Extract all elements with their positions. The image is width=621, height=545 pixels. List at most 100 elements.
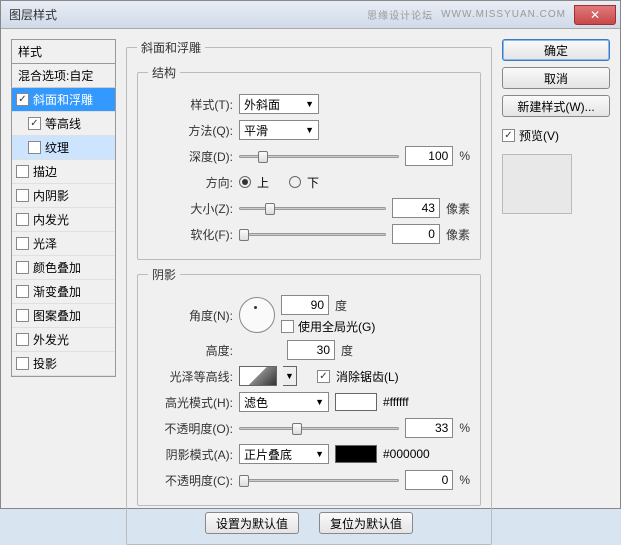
gloss-contour-label: 光泽等高线: xyxy=(148,368,233,385)
ok-button[interactable]: 确定 xyxy=(502,39,610,61)
preview-checkbox[interactable] xyxy=(502,129,515,142)
style-checkbox[interactable] xyxy=(16,93,29,106)
style-item-label: 图案叠加 xyxy=(33,307,81,324)
style-item-label: 渐变叠加 xyxy=(33,283,81,300)
antialias-label: 消除锯齿(L) xyxy=(336,368,399,385)
main-panel: 斜面和浮雕 结构 样式(T): 外斜面▼ 方法(Q): 平滑▼ 深度(D): xyxy=(126,39,492,498)
watermark-url: WWW.MISSYUAN.COM xyxy=(441,9,566,20)
dialog-buttons: 确定 取消 新建样式(W)... 预览(V) xyxy=(502,39,610,498)
make-default-button[interactable]: 设置为默认值 xyxy=(205,512,299,534)
sidebar-item-1[interactable]: 等高线 xyxy=(12,112,115,136)
panel-title: 斜面和浮雕 xyxy=(137,39,205,56)
chevron-down-icon: ▼ xyxy=(305,125,314,135)
global-light-checkbox[interactable] xyxy=(281,320,294,333)
shadow-color-hex: #000000 xyxy=(383,447,430,461)
sidebar-item-6[interactable]: 光泽 xyxy=(12,232,115,256)
structure-group: 结构 样式(T): 外斜面▼ 方法(Q): 平滑▼ 深度(D): % xyxy=(137,64,481,260)
shadow-opacity-input[interactable] xyxy=(405,470,453,490)
sidebar-item-3[interactable]: 描边 xyxy=(12,160,115,184)
sidebar-item-7[interactable]: 颜色叠加 xyxy=(12,256,115,280)
angle-label: 角度(N): xyxy=(148,307,233,324)
style-checkbox[interactable] xyxy=(28,117,41,130)
soften-unit: 像素 xyxy=(446,226,470,243)
shadow-mode-label: 阴影模式(A): xyxy=(148,446,233,463)
sidebar-item-10[interactable]: 外发光 xyxy=(12,328,115,352)
size-label: 大小(Z): xyxy=(148,200,233,217)
chevron-down-icon[interactable]: ▼ xyxy=(283,366,297,386)
direction-up-radio[interactable] xyxy=(239,176,251,188)
dialog-title: 图层样式 xyxy=(9,6,57,23)
chevron-down-icon: ▼ xyxy=(315,449,324,459)
sidebar-item-8[interactable]: 渐变叠加 xyxy=(12,280,115,304)
style-item-label: 斜面和浮雕 xyxy=(33,91,93,108)
new-style-button[interactable]: 新建样式(W)... xyxy=(502,95,610,117)
style-checkbox[interactable] xyxy=(16,357,29,370)
angle-input[interactable] xyxy=(281,295,329,315)
shadow-color-swatch[interactable] xyxy=(335,445,377,463)
sidebar-item-2[interactable]: 纹理 xyxy=(12,136,115,160)
style-checkbox[interactable] xyxy=(16,237,29,250)
style-checkbox[interactable] xyxy=(16,333,29,346)
blend-options[interactable]: 混合选项:自定 xyxy=(11,63,116,88)
altitude-input[interactable] xyxy=(287,340,335,360)
style-checkbox[interactable] xyxy=(16,165,29,178)
style-item-label: 颜色叠加 xyxy=(33,259,81,276)
style-item-label: 等高线 xyxy=(45,115,81,132)
style-item-label: 外发光 xyxy=(33,331,69,348)
style-checkbox[interactable] xyxy=(28,141,41,154)
style-label: 样式(T): xyxy=(148,96,233,113)
chevron-down-icon: ▼ xyxy=(305,99,314,109)
direction-down-radio[interactable] xyxy=(289,176,301,188)
style-checkbox[interactable] xyxy=(16,285,29,298)
shadow-opacity-label: 不透明度(C): xyxy=(148,472,233,489)
size-unit: 像素 xyxy=(446,200,470,217)
cancel-button[interactable]: 取消 xyxy=(502,67,610,89)
depth-slider[interactable] xyxy=(239,147,399,165)
technique-label: 方法(Q): xyxy=(148,122,233,139)
sidebar-item-5[interactable]: 内发光 xyxy=(12,208,115,232)
reset-default-button[interactable]: 复位为默认值 xyxy=(319,512,413,534)
sidebar-item-0[interactable]: 斜面和浮雕 xyxy=(12,88,115,112)
technique-select[interactable]: 平滑▼ xyxy=(239,120,319,140)
titlebar: 图层样式 思缘设计论坛 WWW.MISSYUAN.COM ✕ xyxy=(1,1,620,29)
size-input[interactable] xyxy=(392,198,440,218)
sidebar-item-4[interactable]: 内阴影 xyxy=(12,184,115,208)
depth-unit: % xyxy=(459,149,470,163)
style-checkbox[interactable] xyxy=(16,213,29,226)
style-select[interactable]: 外斜面▼ xyxy=(239,94,319,114)
soften-slider[interactable] xyxy=(239,225,386,243)
style-checkbox[interactable] xyxy=(16,309,29,322)
highlight-mode-select[interactable]: 滤色▼ xyxy=(239,392,329,412)
sidebar-item-11[interactable]: 投影 xyxy=(12,352,115,376)
highlight-opacity-slider[interactable] xyxy=(239,419,399,437)
highlight-color-swatch[interactable] xyxy=(335,393,377,411)
depth-label: 深度(D): xyxy=(148,148,233,165)
soften-input[interactable] xyxy=(392,224,440,244)
direction-label: 方向: xyxy=(148,174,233,191)
style-item-label: 投影 xyxy=(33,355,57,372)
style-list: 斜面和浮雕等高线纹理描边内阴影内发光光泽颜色叠加渐变叠加图案叠加外发光投影 xyxy=(11,88,116,377)
shadow-mode-select[interactable]: 正片叠底▼ xyxy=(239,444,329,464)
close-button[interactable]: ✕ xyxy=(574,5,616,25)
highlight-mode-label: 高光模式(H): xyxy=(148,394,233,411)
style-checkbox[interactable] xyxy=(16,261,29,274)
styles-sidebar: 样式 混合选项:自定 斜面和浮雕等高线纹理描边内阴影内发光光泽颜色叠加渐变叠加图… xyxy=(11,39,116,498)
preview-label: 预览(V) xyxy=(519,127,559,144)
layer-style-dialog: 图层样式 思缘设计论坛 WWW.MISSYUAN.COM ✕ 样式 混合选项:自… xyxy=(0,0,621,509)
angle-control[interactable] xyxy=(239,297,275,333)
shadow-opacity-slider[interactable] xyxy=(239,471,399,489)
style-checkbox[interactable] xyxy=(16,189,29,202)
shading-legend: 阴影 xyxy=(148,266,180,283)
highlight-color-hex: #ffffff xyxy=(383,395,409,409)
highlight-opacity-input[interactable] xyxy=(405,418,453,438)
altitude-label: 高度: xyxy=(148,342,233,359)
size-slider[interactable] xyxy=(239,199,386,217)
gloss-contour-picker[interactable] xyxy=(239,366,277,386)
antialias-checkbox[interactable] xyxy=(317,370,330,383)
sidebar-item-9[interactable]: 图案叠加 xyxy=(12,304,115,328)
depth-input[interactable] xyxy=(405,146,453,166)
structure-legend: 结构 xyxy=(148,64,180,81)
style-item-label: 内发光 xyxy=(33,211,69,228)
style-item-label: 描边 xyxy=(33,163,57,180)
watermark: 思缘设计论坛 xyxy=(367,7,433,22)
